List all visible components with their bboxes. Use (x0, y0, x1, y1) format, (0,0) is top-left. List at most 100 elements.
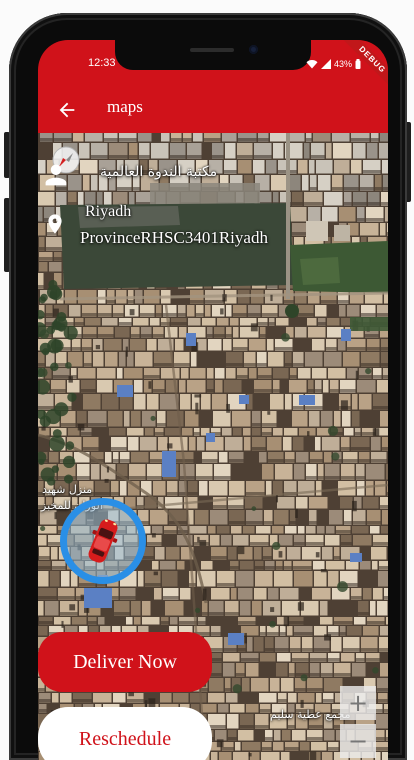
building-shadow (39, 257, 53, 260)
status-icons: 43% (306, 59, 361, 69)
shadow (372, 428, 380, 436)
building-shadow (77, 476, 90, 479)
building-shadow (224, 648, 237, 651)
building (259, 693, 277, 703)
building-shadow (288, 725, 295, 728)
building (65, 290, 77, 304)
building (179, 327, 187, 338)
building-shadow (233, 313, 247, 316)
reschedule-button[interactable]: Reschedule (38, 707, 212, 760)
building (363, 626, 379, 636)
building-shadow (377, 688, 388, 691)
building-shadow (367, 621, 385, 624)
building (247, 637, 253, 652)
back-button[interactable] (52, 95, 82, 125)
building-shadow (82, 313, 97, 316)
building-shadow (264, 521, 273, 524)
building-shadow (304, 202, 323, 205)
tree (48, 279, 58, 290)
building-shadow (194, 432, 200, 435)
building-shadow (153, 334, 164, 337)
building (298, 693, 315, 703)
building-shadow (254, 155, 272, 158)
building-shadow (205, 300, 224, 303)
building (235, 742, 241, 751)
building-shadow (292, 658, 309, 661)
building (306, 221, 328, 241)
building (312, 339, 325, 351)
building (315, 305, 327, 317)
building (317, 526, 325, 534)
building-shadow (61, 423, 76, 426)
building-shadow (383, 187, 388, 190)
building-shadow (51, 389, 66, 392)
building (232, 411, 251, 427)
building (175, 339, 184, 351)
building (197, 339, 207, 351)
blue-roof (239, 395, 249, 404)
building-shadow (356, 658, 365, 661)
building (201, 394, 211, 410)
deliver-now-button[interactable]: Deliver Now (38, 632, 212, 692)
building (189, 437, 196, 451)
building (127, 428, 144, 436)
building (386, 617, 388, 625)
shadow (125, 346, 128, 357)
zoom-out-button[interactable]: − (340, 724, 376, 758)
building-shadow (309, 725, 323, 728)
earpiece-speaker (190, 48, 234, 52)
building-shadow (38, 688, 45, 691)
building (187, 305, 195, 317)
building (347, 626, 362, 636)
shadow (199, 539, 207, 546)
building (252, 428, 261, 436)
building (313, 561, 325, 570)
building-shadow (54, 257, 62, 260)
building (242, 678, 250, 692)
building-shadow (360, 187, 374, 190)
building-shadow (358, 612, 369, 615)
building-shadow (363, 170, 381, 173)
building (91, 464, 100, 480)
shadow (61, 620, 64, 628)
battery-percent: 43% (334, 59, 353, 69)
shadow (244, 632, 247, 644)
building-shadow (196, 313, 204, 316)
building (276, 663, 288, 677)
building-shadow (171, 322, 187, 325)
building (334, 225, 350, 241)
building-shadow (139, 155, 150, 158)
building (225, 143, 236, 159)
shadow (77, 423, 85, 431)
building-shadow (81, 389, 96, 392)
building (344, 428, 354, 436)
building (298, 160, 308, 174)
building-shadow (79, 583, 96, 586)
building (334, 411, 341, 427)
building-shadow (167, 492, 178, 495)
building-shadow (145, 583, 161, 586)
building-shadow (39, 621, 53, 624)
building-shadow (275, 347, 293, 350)
building (38, 601, 44, 616)
building-shadow (144, 375, 160, 378)
building (352, 411, 360, 427)
building (274, 571, 293, 587)
building-shadow (107, 300, 115, 303)
driver-location-marker[interactable] (60, 498, 146, 584)
building-shadow (113, 313, 124, 316)
building-shadow (378, 699, 388, 702)
building (267, 339, 274, 351)
zoom-in-button[interactable]: + (340, 686, 376, 720)
building (50, 571, 60, 587)
shadow (95, 344, 101, 350)
building-shadow (147, 476, 162, 479)
building-shadow (117, 187, 132, 190)
building (379, 143, 388, 159)
building (230, 318, 239, 326)
building-shadow (156, 313, 162, 316)
person-icon (45, 164, 67, 186)
building (97, 368, 116, 379)
building-shadow (310, 187, 317, 190)
building (378, 571, 388, 587)
